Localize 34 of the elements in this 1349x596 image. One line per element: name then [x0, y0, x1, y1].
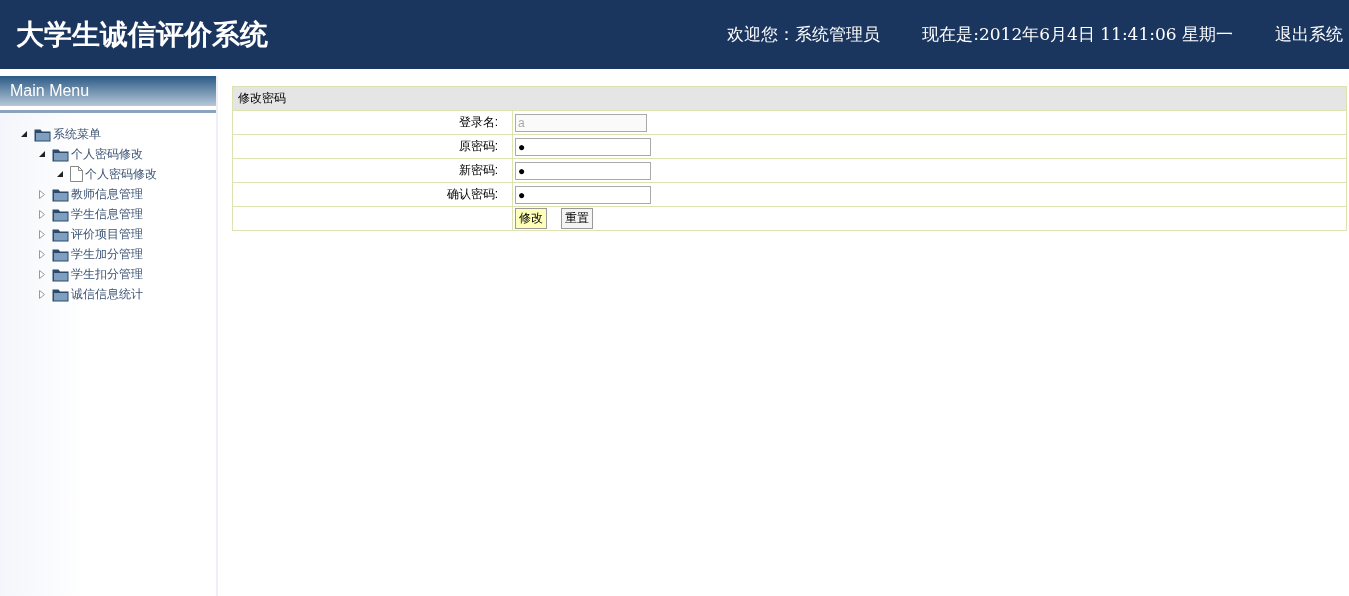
logout-link[interactable]: 退出系统 — [1275, 23, 1343, 46]
tree-item[interactable]: 学生信息管理 — [71, 205, 143, 223]
field-label: 原密码: — [232, 134, 513, 159]
form-button[interactable]: 重置 — [561, 208, 593, 229]
input-field[interactable]: ● — [515, 137, 651, 156]
tree-item[interactable]: 评价项目管理 — [71, 225, 143, 243]
collapsed-triangle-icon[interactable] — [38, 189, 46, 199]
app-title: 大学生诚信评价系统 — [16, 16, 269, 53]
menu-header: Main Menu — [0, 76, 216, 110]
collapsed-triangle-icon[interactable] — [38, 229, 46, 239]
collapsed-triangle-icon[interactable] — [38, 289, 46, 299]
tree-item[interactable]: 个人密码修改 — [85, 165, 157, 183]
collapsed-triangle-icon[interactable] — [38, 269, 46, 279]
expanded-triangle-icon[interactable] — [56, 170, 64, 178]
current-time: 现在是:2012年6月4日 11:41:06 星期一 — [922, 23, 1233, 46]
expanded-triangle-icon[interactable] — [38, 150, 46, 158]
document-icon — [70, 166, 83, 182]
input-field[interactable]: ● — [515, 161, 651, 180]
field-label: 确认密码: — [232, 182, 513, 207]
collapsed-triangle-icon[interactable] — [38, 249, 46, 259]
welcome-text: 欢迎您：系统管理员 — [727, 23, 881, 46]
tree-item[interactable]: 诚信信息统计 — [71, 285, 143, 303]
tree-item[interactable]: 个人密码修改 — [71, 145, 143, 163]
tree-item[interactable]: 教师信息管理 — [71, 185, 143, 203]
tree-item[interactable]: 学生扣分管理 — [71, 265, 143, 283]
field-label: 登录名: — [232, 110, 513, 135]
form-title: 修改密码 — [232, 86, 1347, 111]
tree-item[interactable]: 系统菜单 — [53, 125, 101, 143]
field-label: 新密码: — [232, 158, 513, 183]
form-button[interactable]: 修改 — [515, 208, 547, 229]
collapsed-triangle-icon[interactable] — [38, 209, 46, 219]
tree-item[interactable]: 学生加分管理 — [71, 245, 143, 263]
expanded-triangle-icon[interactable] — [20, 130, 28, 138]
input-field[interactable]: ● — [515, 185, 651, 204]
